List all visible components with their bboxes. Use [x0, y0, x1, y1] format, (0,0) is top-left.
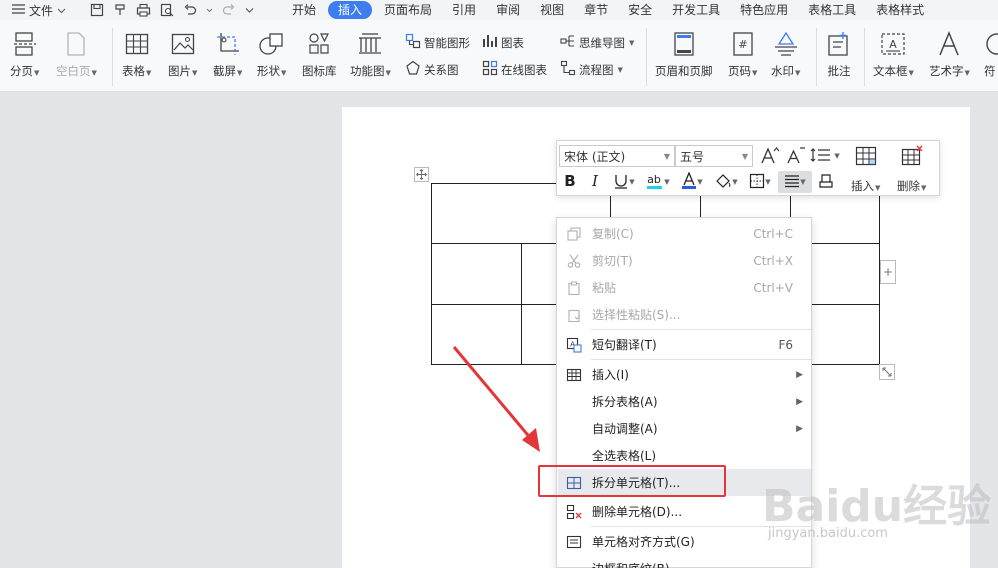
menu-item-shortcut: Ctrl+C — [753, 226, 793, 241]
italic-button[interactable]: I — [584, 171, 606, 193]
context-menu: 复制(C) Ctrl+C 剪切(T) Ctrl+X 粘贴 Ctrl+V 选择性粘… — [556, 217, 812, 568]
font-size-value: 五号 — [680, 149, 705, 164]
eraser-button[interactable] — [815, 171, 837, 193]
svg-text:I: I — [591, 173, 599, 189]
line-spacing-button[interactable]: ▼ — [810, 145, 840, 167]
chevron-down-icon: ▼ — [664, 178, 670, 186]
font-name-value: 宋体 (正文) — [564, 149, 626, 164]
menu-separator — [591, 359, 811, 360]
font-color-button[interactable]: ▼ — [677, 170, 707, 193]
translate-icon: A — [558, 337, 590, 353]
menu-item-label: 自动调整(A) — [592, 422, 658, 436]
highlight-box — [538, 465, 726, 497]
menu-item-shortcut: Ctrl+X — [753, 253, 793, 268]
menu-item-label: 选择性粘贴(S)... — [592, 308, 681, 322]
grow-font-icon — [760, 146, 780, 167]
menu-item-label: 复制(C) — [592, 227, 634, 241]
menu-item-cut[interactable]: 剪切(T) Ctrl+X — [558, 247, 811, 274]
menu-item-delete-cells[interactable]: 删除单元格(D)... — [558, 498, 811, 525]
chevron-down-icon: ▼ — [697, 178, 703, 186]
menu-item-label: 短句翻译(T) — [592, 338, 657, 352]
menu-item-label: 全选表格(L) — [592, 449, 657, 463]
shrink-font-button[interactable] — [785, 145, 807, 167]
table-move-handle[interactable] — [414, 167, 429, 182]
menu-item-cell-alignment[interactable]: 单元格对齐方式(G) — [558, 528, 811, 555]
document-table[interactable] — [0, 0, 998, 568]
paint-bucket-icon — [714, 173, 732, 192]
align-icon — [784, 174, 800, 191]
menu-item-label: 剪切(T) — [592, 254, 633, 268]
menu-item-paste-special[interactable]: 选择性粘贴(S)... — [558, 301, 811, 328]
align-button[interactable]: ▼ — [778, 171, 812, 193]
delete-cells-icon — [558, 504, 590, 520]
border-icon — [749, 173, 765, 192]
chevron-down-icon: ▼ — [765, 178, 771, 186]
menu-item-label: 边框和底纹(B)... — [592, 560, 681, 568]
underline-button[interactable]: ▼ — [609, 171, 639, 193]
shading-button[interactable]: ▼ — [711, 171, 741, 193]
bold-icon: B — [563, 172, 577, 192]
chevron-down-icon: ▼ — [741, 152, 748, 161]
plus-icon: + — [882, 265, 894, 279]
paste-icon — [558, 281, 590, 295]
menu-item-borders-shading[interactable]: 边框和底纹(B)... — [558, 555, 811, 568]
menu-item-shortcut: F6 — [778, 337, 793, 352]
chevron-right-icon: ▶ — [796, 396, 803, 407]
insert-table-button[interactable]: 插入▼ — [851, 145, 880, 194]
insert-table-icon — [558, 368, 590, 382]
delete-table-icon — [900, 145, 924, 170]
menu-item-auto-fit[interactable]: 自动调整(A) ▶ — [558, 415, 811, 442]
menu-item-insert[interactable]: 插入(I) ▶ — [558, 361, 811, 388]
chevron-down-icon: ▼ — [663, 152, 670, 161]
menu-item-label: 单元格对齐方式(G) — [592, 535, 695, 549]
chevron-down-icon: ▼ — [800, 178, 806, 186]
chevron-down-icon: ▼ — [732, 178, 738, 186]
shrink-font-icon — [786, 146, 806, 167]
italic-icon: I — [588, 172, 602, 192]
table-resize-handle[interactable] — [879, 364, 895, 380]
insert-table-icon — [854, 145, 878, 170]
menu-item-label: 插入(I) — [592, 368, 629, 382]
font-size-select[interactable]: 五号 ▼ — [675, 145, 753, 167]
chevron-right-icon: ▶ — [796, 423, 803, 434]
menu-item-shortcut: Ctrl+V — [753, 280, 793, 295]
chevron-down-icon: ▼ — [834, 152, 840, 160]
bold-button[interactable]: B — [559, 171, 581, 193]
chevron-right-icon: ▶ — [796, 369, 803, 380]
underline-icon — [613, 173, 629, 192]
cell-alignment-icon — [558, 535, 590, 549]
floating-format-toolbar: 宋体 (正文) ▼ 五号 ▼ ▼ B I ▼ ab ▼ ▼ ▼ ▼ ▼ 插入▼ … — [556, 140, 940, 196]
chevron-down-icon: ▼ — [629, 178, 635, 186]
menu-item-copy[interactable]: 复制(C) Ctrl+C — [558, 220, 811, 247]
scissors-icon — [558, 254, 590, 268]
red-arrow — [452, 346, 540, 452]
eraser-icon — [817, 173, 835, 192]
line-spacing-icon — [810, 147, 834, 166]
highlight-icon: ab — [646, 172, 664, 193]
menu-item-split-table[interactable]: 拆分表格(A) ▶ — [558, 388, 811, 415]
menu-item-paste[interactable]: 粘贴 Ctrl+V — [558, 274, 811, 301]
delete-label: 删除 — [897, 179, 920, 193]
grow-font-button[interactable] — [759, 145, 781, 167]
insert-label: 插入 — [851, 179, 874, 193]
font-color-icon — [681, 170, 697, 193]
highlight-button[interactable]: ab ▼ — [643, 171, 673, 193]
menu-item-label: 删除单元格(D)... — [592, 505, 683, 519]
font-name-select[interactable]: 宋体 (正文) ▼ — [559, 145, 675, 167]
copy-icon — [558, 226, 590, 241]
menu-item-translate[interactable]: A 短句翻译(T) F6 — [558, 331, 811, 358]
menu-separator — [591, 329, 811, 330]
border-button[interactable]: ▼ — [745, 171, 775, 193]
svg-text:ab: ab — [647, 173, 661, 186]
menu-separator — [591, 526, 811, 527]
add-column-button[interactable]: + — [880, 260, 896, 284]
menu-item-label: 拆分表格(A) — [592, 395, 658, 409]
svg-text:B: B — [564, 173, 575, 189]
delete-table-button[interactable]: 删除▼ — [897, 145, 926, 194]
menu-item-label: 粘贴 — [592, 281, 617, 295]
paste-special-icon — [558, 308, 590, 322]
